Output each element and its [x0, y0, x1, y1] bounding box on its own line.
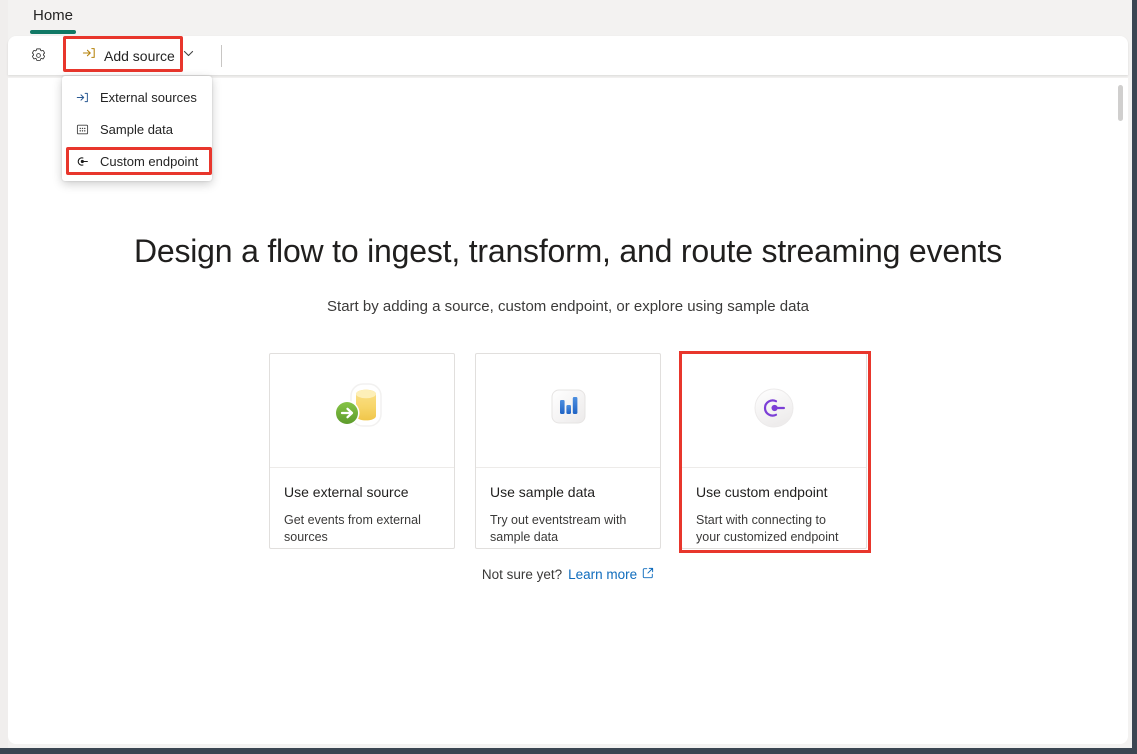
- sample-data-icon: [74, 121, 90, 137]
- custom-endpoint-circle-icon-svg: [745, 379, 803, 437]
- card-art: [476, 354, 660, 468]
- card-description: Get events from external sources: [284, 512, 440, 546]
- add-source-icon-svg: [81, 45, 97, 61]
- card-art: [682, 354, 866, 468]
- action-cards-row: Use external source Get events from exte…: [269, 353, 867, 549]
- menu-item-custom-endpoint[interactable]: Custom endpoint: [62, 145, 212, 177]
- add-source-icon: [81, 45, 97, 66]
- learn-more-row: Not sure yet? Learn more: [482, 567, 654, 582]
- card-use-custom-endpoint[interactable]: Use custom endpoint Start with connectin…: [681, 353, 867, 549]
- empty-state: Design a flow to ingest, transform, and …: [8, 230, 1128, 582]
- menu-item-label: Custom endpoint: [100, 154, 198, 169]
- add-source-label: Add source: [104, 48, 175, 64]
- custom-endpoint-icon: [74, 153, 90, 169]
- menu-item-label: External sources: [100, 90, 197, 105]
- tab-strip: Home: [8, 0, 1132, 36]
- left-gutter: [0, 0, 8, 754]
- tab-active-indicator: [30, 30, 76, 34]
- tab-home[interactable]: Home: [20, 0, 86, 36]
- open-in-new-icon: [642, 567, 654, 582]
- page-title: Design a flow to ingest, transform, and …: [134, 230, 1002, 272]
- window-right-edge: [1132, 0, 1137, 754]
- menu-item-label: Sample data: [100, 122, 173, 137]
- command-bar-divider: [221, 45, 222, 67]
- bar-chart-icon: [540, 380, 596, 441]
- chevron-down-icon: [182, 47, 195, 65]
- card-body: Use sample data Try out eventstream with…: [476, 468, 660, 546]
- gear-icon[interactable]: [22, 40, 54, 72]
- card-title: Use sample data: [490, 483, 646, 501]
- card-body: Use external source Get events from exte…: [270, 468, 454, 546]
- page-subtitle: Start by adding a source, custom endpoin…: [327, 298, 809, 315]
- card-description: Try out eventstream with sample data: [490, 512, 646, 546]
- tab-home-label: Home: [33, 6, 73, 26]
- card-use-external-source[interactable]: Use external source Get events from exte…: [269, 353, 455, 549]
- learn-more-label: Learn more: [568, 567, 637, 582]
- sample-data-icon-svg: [75, 122, 90, 137]
- card-title: Use custom endpoint: [696, 483, 852, 501]
- learn-more-link[interactable]: Learn more: [568, 567, 654, 582]
- card-body: Use custom endpoint Start with connectin…: [682, 468, 866, 546]
- not-sure-yet-label: Not sure yet?: [482, 567, 562, 582]
- card-description: Start with connecting to your customized…: [696, 512, 852, 546]
- chevron-down-icon-svg: [182, 47, 195, 60]
- open-in-new-icon-svg: [642, 567, 654, 579]
- gear-icon-svg: [30, 47, 47, 64]
- external-sources-icon-svg: [75, 90, 90, 105]
- add-source-button[interactable]: Add source: [72, 42, 204, 70]
- database-import-icon: [332, 380, 392, 441]
- window-bottom-edge: [0, 748, 1137, 754]
- bar-chart-icon-svg: [540, 380, 596, 436]
- menu-item-external-sources[interactable]: External sources: [62, 81, 212, 113]
- menu-item-sample-data[interactable]: Sample data: [62, 113, 212, 145]
- card-art: [270, 354, 454, 468]
- card-use-sample-data[interactable]: Use sample data Try out eventstream with…: [475, 353, 661, 549]
- database-import-icon-svg: [332, 380, 392, 436]
- custom-endpoint-icon-svg: [75, 154, 90, 169]
- card-title: Use external source: [284, 483, 440, 501]
- add-source-dropdown-menu: External sources Sample data: [62, 76, 212, 181]
- external-sources-icon: [74, 89, 90, 105]
- scrollbar-thumb[interactable]: [1118, 85, 1123, 121]
- command-bar: Add source: [8, 36, 1128, 75]
- custom-endpoint-circle-icon: [745, 379, 803, 442]
- app-frame: Home Add source: [0, 0, 1137, 754]
